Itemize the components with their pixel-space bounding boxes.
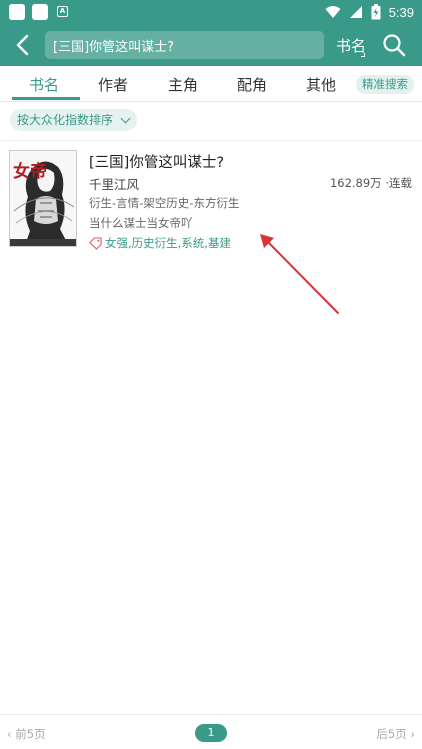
search-input[interactable]: [三国]你管这叫谋士?	[45, 31, 324, 59]
next-5-pages-button[interactable]: 后5页 ›	[376, 726, 415, 742]
book-cover[interactable]: 女帝	[9, 150, 77, 247]
cover-title-text: 女帝	[13, 161, 47, 182]
chevron-right-icon: ›	[406, 727, 415, 741]
current-page-badge[interactable]: 1	[195, 724, 227, 742]
book-category: 衍生-言情-架空历史-东方衍生	[89, 196, 240, 210]
active-tab-indicator	[12, 97, 80, 100]
tab-author[interactable]: 作者	[83, 74, 143, 95]
next-label: 后5页	[376, 727, 407, 741]
prev-label: 前5页	[15, 727, 46, 741]
tab-protagonist[interactable]: 主角	[153, 74, 213, 95]
back-arrow-icon[interactable]	[10, 32, 36, 58]
tab-other[interactable]: 其他	[291, 74, 351, 95]
search-category-tabs: 书名 作者 主角 配角 其他 精准搜索	[0, 66, 422, 102]
search-icon[interactable]	[382, 33, 406, 57]
tab-title[interactable]: 书名	[14, 74, 74, 95]
book-word-count-status: 162.89万 ·连载	[329, 176, 412, 190]
precise-search-button[interactable]: 精准搜索	[356, 75, 414, 94]
prev-5-pages-button[interactable]: ‹ 前5页	[7, 726, 46, 742]
tab-supporting[interactable]: 配角	[222, 74, 282, 95]
sort-label: 按大众化指数排序	[17, 113, 114, 127]
status-bar: A 5:39	[0, 0, 422, 24]
signal-icon	[349, 6, 362, 18]
book-tags: 女强,历史衍生,系统,基建	[105, 236, 231, 250]
sort-dropdown[interactable]: 按大众化指数排序	[10, 109, 138, 131]
battery-icon	[371, 4, 381, 20]
tag-icon	[89, 236, 102, 250]
pagination-bar: ‹ 前5页 1 后5页 ›	[0, 715, 422, 749]
screen: A 5:39 [三国]你管这叫谋士? 书名 书名 作者 主角 配角 其他 精准搜…	[0, 0, 422, 749]
divider	[0, 140, 422, 141]
notification-icon	[32, 4, 48, 20]
app-notification-icon: A	[57, 6, 68, 17]
book-title[interactable]: [三国]你管这叫谋士?	[89, 151, 224, 172]
book-result-item[interactable]: 女帝 [三国]你管这叫谋士? 千里江风 162.89万 ·连载 衍生-言情-架空…	[0, 145, 422, 251]
book-intro: 当什么谋士当女帝吖	[89, 216, 193, 230]
chevron-down-icon	[120, 113, 131, 124]
book-tag-row: 女强,历史衍生,系统,基建	[89, 235, 231, 251]
search-toolbar: [三国]你管这叫谋士? 书名	[0, 24, 422, 66]
dropdown-corner-icon	[361, 53, 365, 57]
annotation-arrow-icon	[260, 234, 339, 314]
wifi-icon	[325, 6, 341, 18]
book-author[interactable]: 千里江风	[89, 174, 139, 193]
status-time: 5:39	[388, 4, 414, 20]
divider	[0, 101, 422, 102]
notification-icon	[9, 4, 25, 20]
search-input-value: [三国]你管这叫谋士?	[53, 40, 175, 55]
book-cover-illustration: 女帝	[10, 151, 76, 246]
